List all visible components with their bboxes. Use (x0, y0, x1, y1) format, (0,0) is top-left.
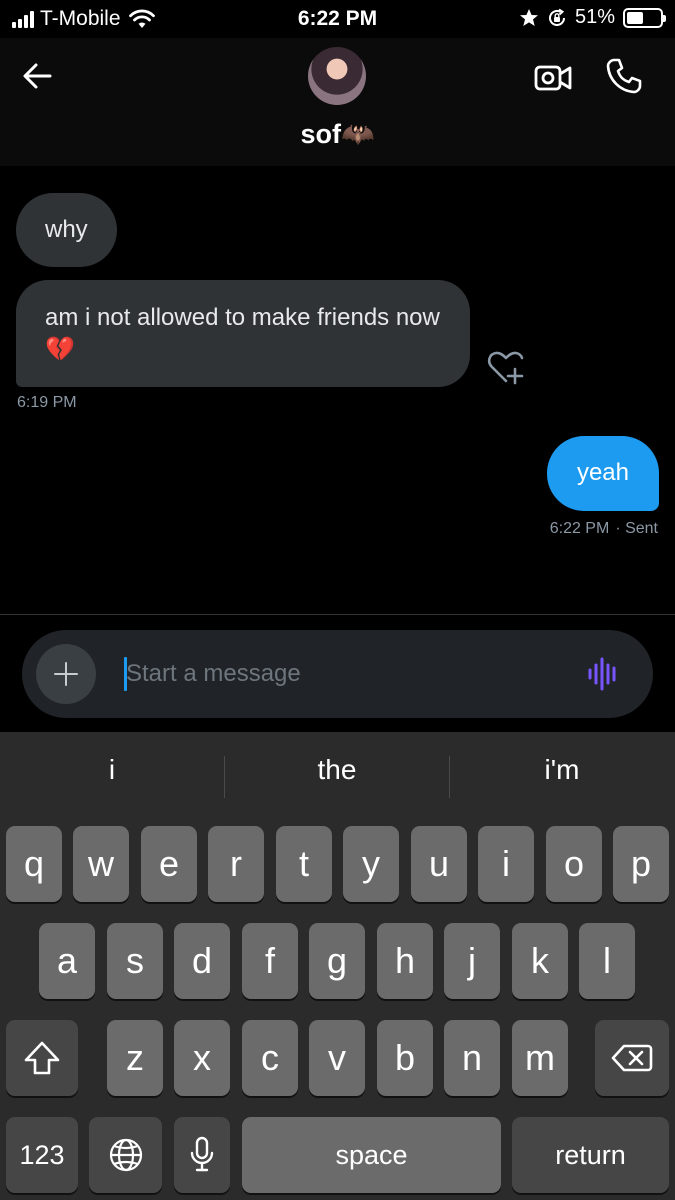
divider (0, 614, 675, 615)
key-g[interactable]: g (309, 923, 365, 999)
key-f[interactable]: f (242, 923, 298, 999)
react-heart-icon[interactable] (486, 349, 526, 385)
suggestion-item[interactable]: i'm (450, 754, 674, 786)
key-s[interactable]: s (107, 923, 163, 999)
key-q[interactable]: q (6, 826, 62, 902)
key-t[interactable]: t (276, 826, 332, 902)
plus-icon[interactable] (36, 644, 96, 704)
message-composer (22, 630, 653, 718)
message-bubble-outgoing[interactable]: yeah (546, 436, 659, 511)
key-b[interactable]: b (377, 1020, 433, 1096)
message-list[interactable]: why am i not allowed to make friends now… (0, 166, 675, 614)
orientation-lock-icon (548, 8, 565, 26)
avatar[interactable] (308, 47, 366, 105)
status-bar: T-Mobile 6:22 PM 51% (0, 0, 675, 38)
suggestion-item[interactable]: i (0, 754, 224, 786)
key-c[interactable]: c (242, 1020, 298, 1096)
key-d[interactable]: d (174, 923, 230, 999)
key-v[interactable]: v (309, 1020, 365, 1096)
contact-name[interactable]: sof🦇 (0, 118, 675, 150)
message-bubble-incoming[interactable]: am i not allowed to make friends now 💔 (16, 280, 470, 387)
backspace-icon (611, 1044, 653, 1072)
key-w[interactable]: w (73, 826, 129, 902)
message-timestamp: 6:19 PM (17, 394, 77, 411)
voice-icon[interactable] (584, 654, 624, 694)
suggestion-item[interactable]: the (225, 754, 449, 786)
microphone-icon (190, 1136, 214, 1172)
key-z[interactable]: z (107, 1020, 163, 1096)
sent-status: · Sent (615, 520, 658, 537)
conversation-header: sof🦇 (0, 38, 675, 166)
back-arrow-icon[interactable] (18, 56, 58, 96)
key-y[interactable]: y (343, 826, 399, 902)
delete-key[interactable] (595, 1020, 669, 1096)
key-j[interactable]: j (444, 923, 500, 999)
key-m[interactable]: m (512, 1020, 568, 1096)
key-r[interactable]: r (208, 826, 264, 902)
video-call-icon[interactable] (533, 58, 573, 98)
outgoing-timestamp: 6:22 PM (549, 520, 610, 537)
message-bubble-incoming[interactable]: why (16, 193, 117, 267)
space-key[interactable]: space (242, 1117, 501, 1193)
contact-name-text: sof (300, 119, 341, 149)
key-p[interactable]: p (613, 826, 669, 902)
key-e[interactable]: e (141, 826, 197, 902)
globe-key[interactable] (89, 1117, 162, 1193)
message-input[interactable] (126, 652, 566, 696)
status-right: 51% (519, 6, 666, 29)
battery-fill (627, 11, 644, 24)
key-x[interactable]: x (174, 1020, 230, 1096)
star-icon (519, 8, 538, 26)
dictation-key[interactable] (174, 1117, 230, 1193)
phone-icon[interactable] (604, 56, 644, 96)
message-status: 6:22 PM · Sent (550, 520, 658, 538)
numbers-key[interactable]: 123 (6, 1117, 78, 1193)
battery-percent: 51% (574, 6, 615, 28)
key-u[interactable]: u (411, 826, 467, 902)
contact-emoji: 🦇 (340, 119, 375, 149)
battery-icon (623, 7, 666, 28)
shift-key[interactable] (6, 1020, 78, 1096)
suggestion-bar: i the i'm (0, 732, 675, 822)
return-key[interactable]: return (512, 1117, 669, 1193)
shift-icon (24, 1041, 60, 1075)
key-a[interactable]: a (39, 923, 95, 999)
key-h[interactable]: h (377, 923, 433, 999)
globe-icon (109, 1138, 142, 1172)
key-o[interactable]: o (546, 826, 602, 902)
key-k[interactable]: k (512, 923, 568, 999)
key-l[interactable]: l (579, 923, 635, 999)
key-i[interactable]: i (478, 826, 534, 902)
keyboard: i the i'm q w e r t y u i o p a s d f g … (0, 732, 675, 1200)
key-n[interactable]: n (444, 1020, 500, 1096)
